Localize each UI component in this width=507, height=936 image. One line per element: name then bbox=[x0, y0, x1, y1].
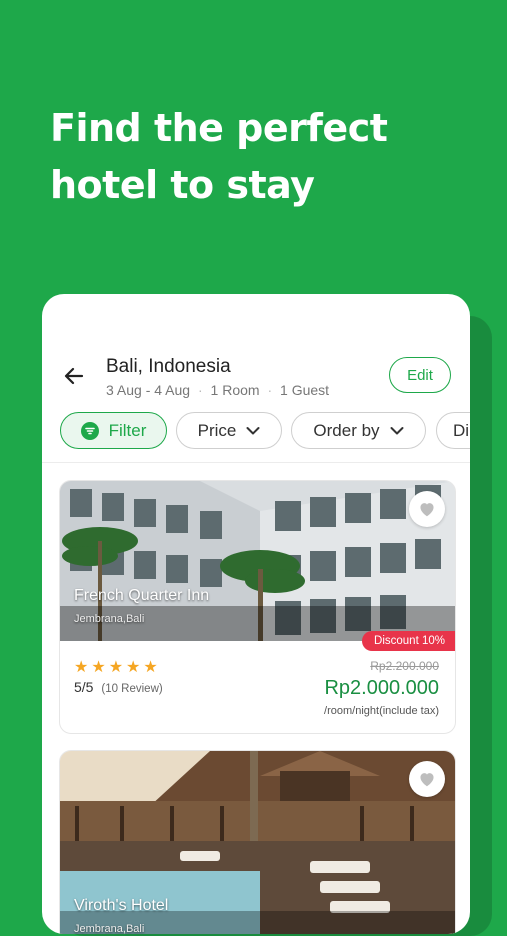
edit-button[interactable]: Edit bbox=[389, 357, 451, 393]
order-by-chip-label: Order by bbox=[313, 420, 380, 440]
favorite-button[interactable] bbox=[409, 761, 445, 797]
filter-icon bbox=[80, 421, 99, 440]
search-header: Bali, Indonesia 3 Aug - 4 Aug · 1 Room ·… bbox=[42, 294, 470, 414]
star-rating: ★★★★★ bbox=[74, 659, 161, 676]
headline-line-2: hotel to stay bbox=[50, 163, 315, 207]
filter-chip-label: Filter bbox=[108, 420, 147, 440]
hotel-location: Jembrana,Bali bbox=[74, 613, 145, 625]
price-chip-label: Price bbox=[197, 420, 237, 440]
hotel-card[interactable]: French Quarter Inn Jembrana,Bali Discoun… bbox=[59, 480, 456, 734]
heart-icon bbox=[420, 503, 434, 517]
hotel-card[interactable]: Viroth's Hotel Jembrana,Bali bbox=[59, 750, 456, 934]
rating-text: 5/5 (10 Review) bbox=[74, 679, 163, 695]
discounted-price: Rp2.000.000 bbox=[324, 677, 439, 699]
search-details: 3 Aug - 4 Aug · 1 Room · 1 Guest bbox=[106, 382, 329, 398]
hotel-photo: Viroth's Hotel Jembrana,Bali bbox=[60, 751, 455, 934]
headline: Find the perfect hotel to stay bbox=[50, 100, 388, 214]
original-price: Rp2.200.000 bbox=[370, 659, 439, 673]
discount-chip-label: Di bbox=[453, 420, 470, 440]
discount-chip[interactable]: Di bbox=[436, 412, 470, 449]
separator-dot: · bbox=[267, 382, 273, 398]
search-guests: 1 Guest bbox=[280, 382, 330, 398]
hotel-photo: French Quarter Inn Jembrana,Bali bbox=[60, 481, 455, 641]
search-dates: 3 Aug - 4 Aug bbox=[106, 382, 191, 398]
heart-icon bbox=[420, 773, 434, 787]
chevron-down-icon bbox=[246, 426, 260, 434]
price-chip[interactable]: Price bbox=[176, 412, 282, 449]
back-arrow-icon[interactable] bbox=[62, 364, 86, 388]
filter-chip[interactable]: Filter bbox=[60, 412, 167, 449]
search-location: Bali, Indonesia bbox=[106, 356, 231, 377]
hotel-location: Jembrana,Bali bbox=[74, 923, 145, 934]
header-divider bbox=[42, 462, 470, 463]
rating-score: 5/5 bbox=[74, 679, 94, 695]
headline-line-1: Find the perfect bbox=[50, 106, 388, 150]
chevron-down-icon bbox=[390, 426, 404, 434]
app-screen: Bali, Indonesia 3 Aug - 4 Aug · 1 Room ·… bbox=[42, 294, 470, 934]
review-count: (10 Review) bbox=[101, 683, 163, 695]
hotel-info: ★★★★★ 5/5 (10 Review) Rp2.200.000 Rp2.00… bbox=[60, 641, 455, 727]
price-unit: /room/night(include tax) bbox=[324, 705, 439, 717]
order-by-chip[interactable]: Order by bbox=[291, 412, 426, 449]
favorite-button[interactable] bbox=[409, 491, 445, 527]
hotel-name: French Quarter Inn bbox=[74, 587, 210, 604]
search-rooms: 1 Room bbox=[210, 382, 260, 398]
separator-dot: · bbox=[197, 382, 203, 398]
